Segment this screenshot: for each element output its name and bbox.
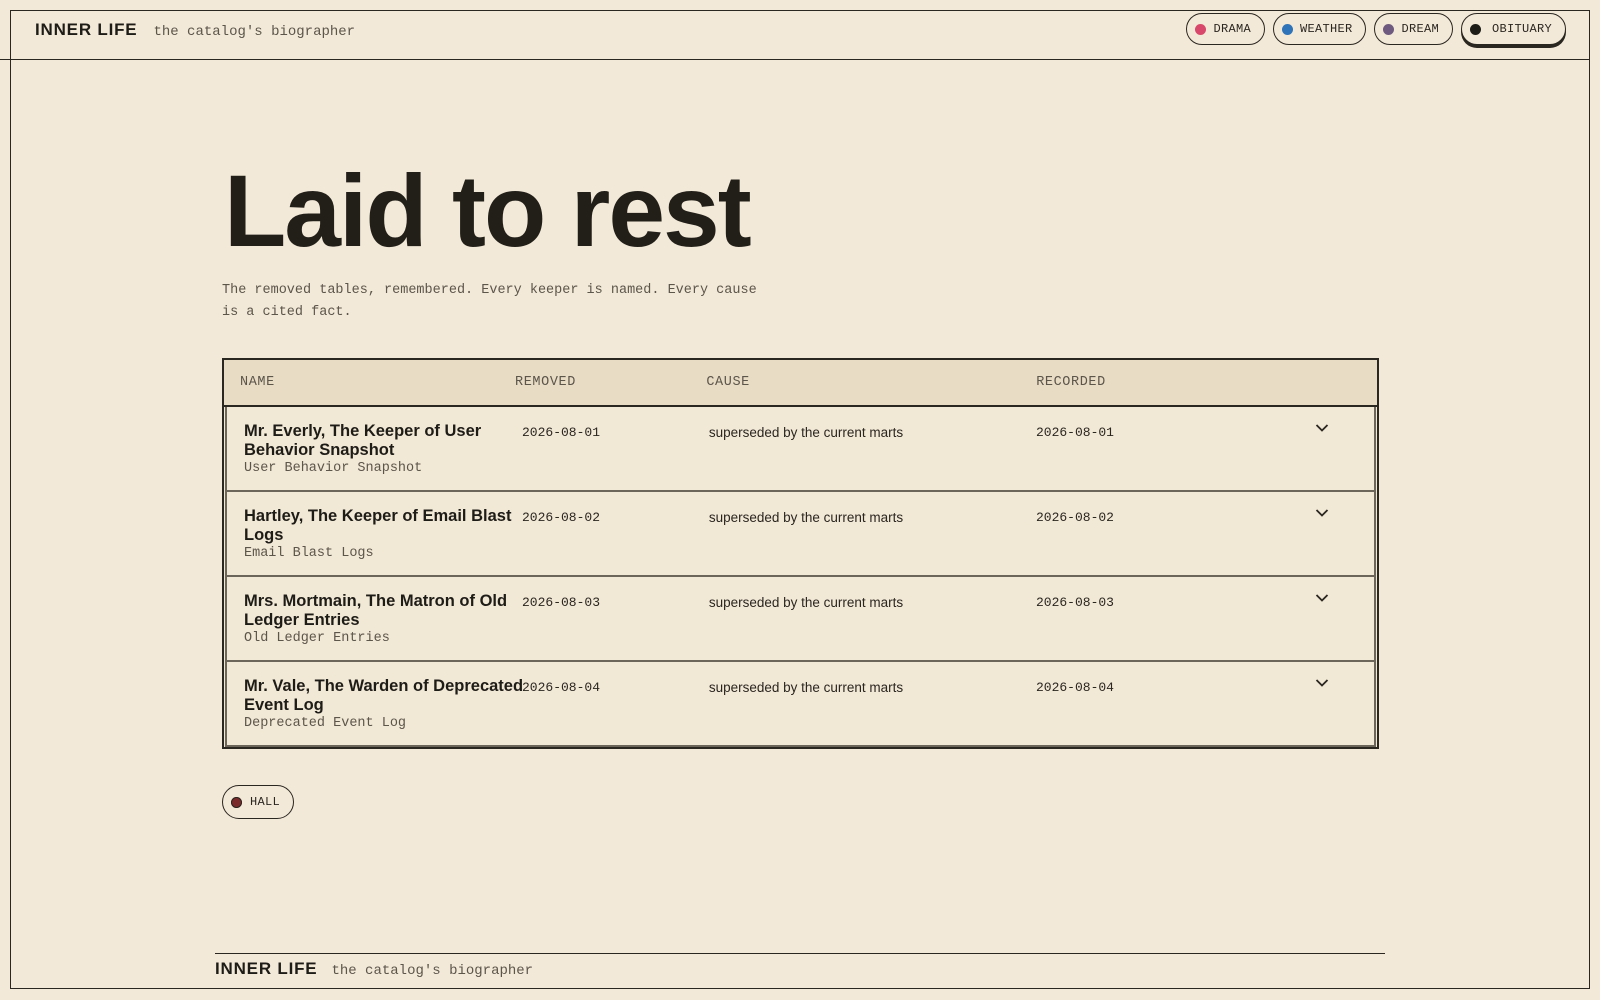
- chevron-down-icon: [1315, 424, 1328, 432]
- chevron-down-icon: [1315, 509, 1328, 517]
- obituary-dot-icon: [1469, 23, 1481, 35]
- recorded-date: 2026-08-02: [1035, 510, 1114, 525]
- chip-dream[interactable]: DREAM: [1374, 13, 1453, 45]
- keeper-name: Mr. Everly, The Keeper of User Behavior …: [244, 422, 482, 459]
- name-cell: Mr. Everly, The Keeper of User Behavior …: [227, 407, 519, 476]
- table-header: NAME REMOVED CAUSE RECORDED: [224, 360, 1377, 407]
- hall-dot-icon: [231, 796, 242, 808]
- mood-nav: DRAMA WEATHER DREAM OBITUARY: [1186, 13, 1566, 45]
- column-header-recorded[interactable]: RECORDED: [1036, 375, 1317, 390]
- removed-date: 2026-08-03: [522, 595, 601, 610]
- cause-text: superseded by the current marts: [708, 425, 904, 440]
- cause-text: superseded by the current marts: [708, 680, 904, 695]
- table-name: Old Ledger Entries: [244, 631, 390, 646]
- dream-dot-icon: [1383, 23, 1395, 35]
- keeper-name: Mrs. Mortmain, The Matron of Old Ledger …: [244, 592, 508, 629]
- column-header-removed[interactable]: REMOVED: [515, 375, 706, 390]
- hall-button[interactable]: HALL: [222, 785, 295, 819]
- chip-label: WEATHER: [1299, 22, 1353, 36]
- chip-drama[interactable]: DRAMA: [1186, 13, 1265, 45]
- name-cell: Mr. Vale, The Warden of Deprecated Event…: [227, 662, 523, 731]
- brand-name: INNER LIFE: [35, 20, 138, 39]
- brand-tagline: the catalog's biographer: [153, 24, 356, 40]
- name-cell: Mrs. Mortmain, The Matron of Old Ledger …: [227, 577, 519, 646]
- name-cell: Hartley, The Keeper of Email Blast Logs …: [227, 492, 519, 561]
- table-row[interactable]: Mrs. Mortmain, The Matron of Old Ledger …: [225, 577, 1376, 662]
- recorded-date: 2026-08-04: [1035, 680, 1114, 695]
- drama-dot-icon: [1195, 23, 1207, 35]
- chip-obituary[interactable]: OBITUARY: [1460, 13, 1566, 45]
- expand-button[interactable]: [1315, 577, 1374, 603]
- hall-button-label: HALL: [250, 795, 281, 809]
- weather-dot-icon: [1281, 23, 1293, 35]
- table-row[interactable]: Mr. Everly, The Keeper of User Behavior …: [225, 407, 1376, 492]
- chevron-down-icon: [1315, 594, 1328, 602]
- chevron-down-icon: [1315, 679, 1328, 687]
- table-row[interactable]: Hartley, The Keeper of Email Blast Logs …: [225, 492, 1376, 577]
- keeper-name: Mr. Vale, The Warden of Deprecated Event…: [244, 677, 524, 714]
- column-header-cause[interactable]: CAUSE: [706, 375, 1036, 390]
- table-row[interactable]: Mr. Vale, The Warden of Deprecated Event…: [225, 662, 1376, 747]
- footer: INNER LIFE the catalog's biographer: [215, 953, 1385, 979]
- expand-button[interactable]: [1315, 662, 1374, 688]
- expand-button[interactable]: [1315, 407, 1374, 433]
- chip-label: DRAMA: [1213, 22, 1251, 36]
- footer-brand-name[interactable]: INNER LIFE: [215, 959, 317, 979]
- top-bar: INNER LIFE the catalog's biographer DRAM…: [0, 10, 1590, 60]
- page-subtitle: The removed tables, remembered. Every ke…: [222, 283, 757, 320]
- removed-date: 2026-08-02: [522, 510, 601, 525]
- removed-date: 2026-08-04: [522, 680, 601, 695]
- cause-text: superseded by the current marts: [708, 510, 904, 525]
- removed-date: 2026-08-01: [522, 425, 601, 440]
- column-header-name[interactable]: NAME: [224, 375, 515, 390]
- keeper-name: Hartley, The Keeper of Email Blast Logs: [244, 507, 512, 544]
- table-name: User Behavior Snapshot: [244, 461, 423, 476]
- obituary-table: NAME REMOVED CAUSE RECORDED Mr. Everly, …: [222, 358, 1379, 749]
- chip-label: DREAM: [1401, 22, 1439, 36]
- recorded-date: 2026-08-03: [1035, 595, 1114, 610]
- table-name: Deprecated Event Log: [244, 716, 407, 731]
- cause-text: superseded by the current marts: [708, 595, 904, 610]
- page-title: Laid to rest: [224, 154, 752, 268]
- footer-tagline: the catalog's biographer: [331, 963, 534, 979]
- chip-label: OBITUARY: [1491, 22, 1552, 36]
- chip-weather[interactable]: WEATHER: [1272, 13, 1367, 45]
- recorded-date: 2026-08-01: [1035, 425, 1114, 440]
- main-content: Laid to rest The removed tables, remembe…: [222, 160, 1380, 819]
- brand[interactable]: INNER LIFE the catalog's biographer: [35, 20, 355, 40]
- table-name: Email Blast Logs: [244, 546, 374, 561]
- expand-button[interactable]: [1315, 492, 1374, 518]
